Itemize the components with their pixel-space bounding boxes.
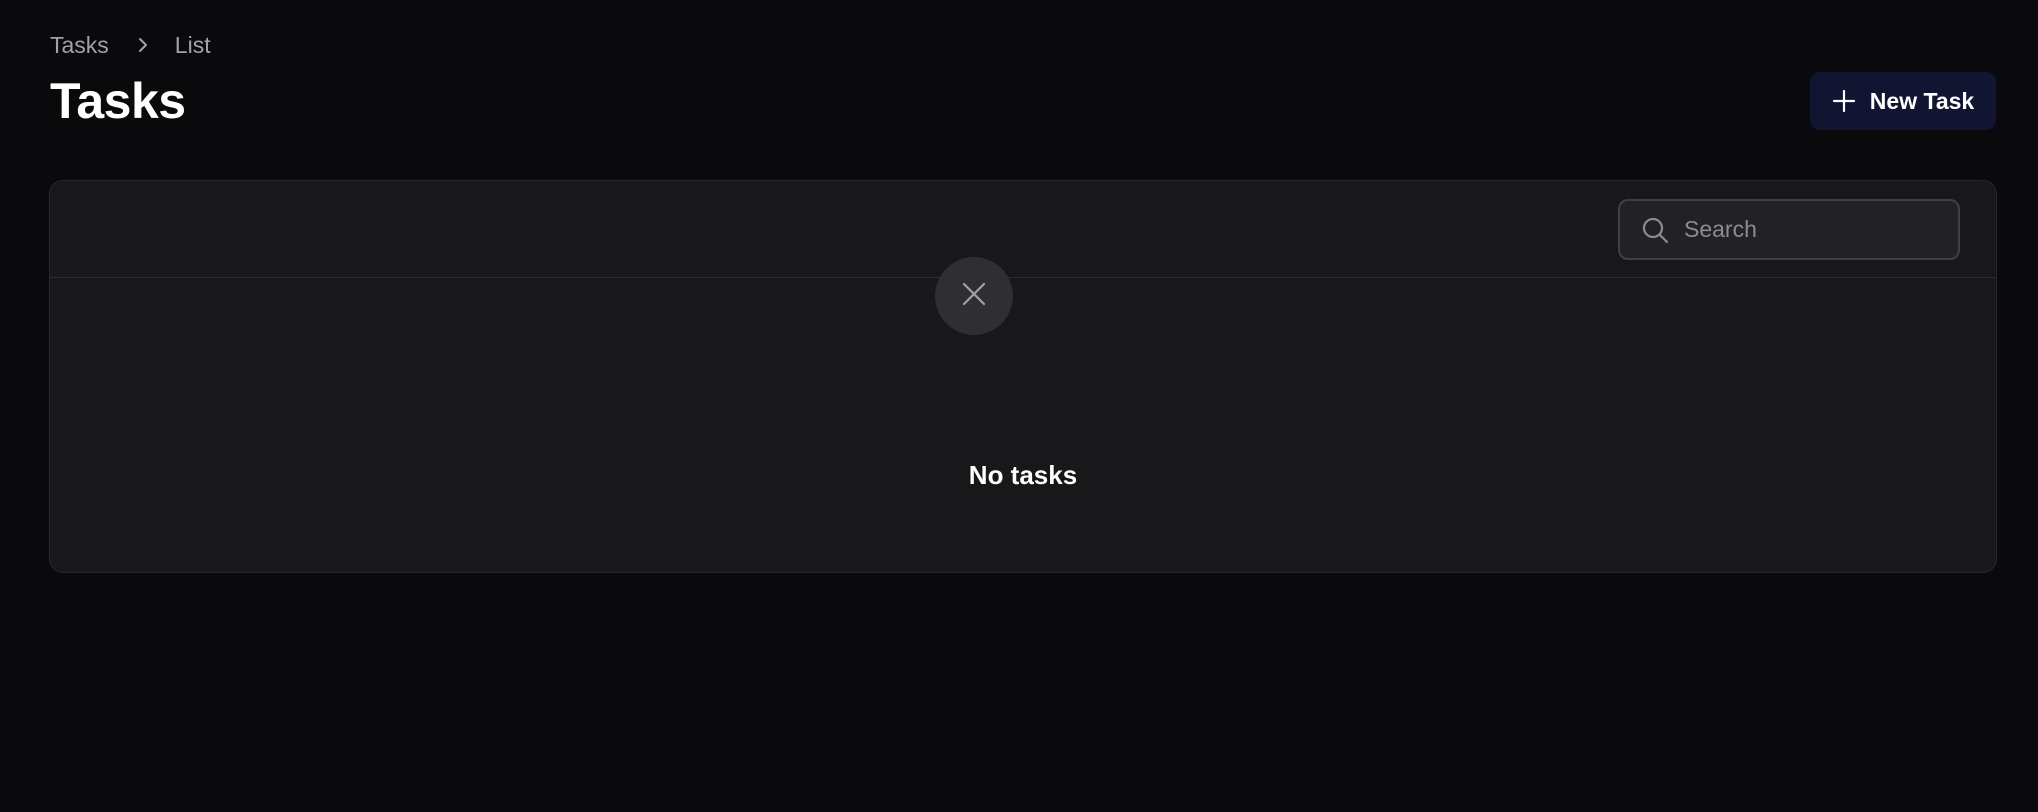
breadcrumb: Tasks List: [50, 30, 211, 60]
plus-icon: [1832, 89, 1856, 113]
new-task-label: New Task: [1869, 87, 1975, 114]
new-task-button[interactable]: New Task: [1810, 72, 1996, 130]
empty-state-title: No tasks: [968, 460, 1078, 490]
page-title: Tasks: [50, 73, 186, 129]
x-icon: [961, 281, 987, 312]
table-toolbar: [50, 181, 1996, 278]
empty-state-icon-circle: [935, 257, 1013, 335]
tasks-table-panel: [49, 180, 1997, 573]
breadcrumb-item-tasks[interactable]: Tasks: [50, 32, 109, 59]
search-box[interactable]: [1618, 199, 1980, 260]
chevron-right-icon: [133, 35, 153, 55]
tasks-list-page: Tasks List Tasks New Task No tasks: [0, 0, 2038, 812]
search-input[interactable]: [1670, 201, 1980, 258]
search-icon: [1640, 215, 1670, 245]
breadcrumb-item-list: List: [174, 31, 211, 58]
empty-state: [50, 278, 1996, 572]
